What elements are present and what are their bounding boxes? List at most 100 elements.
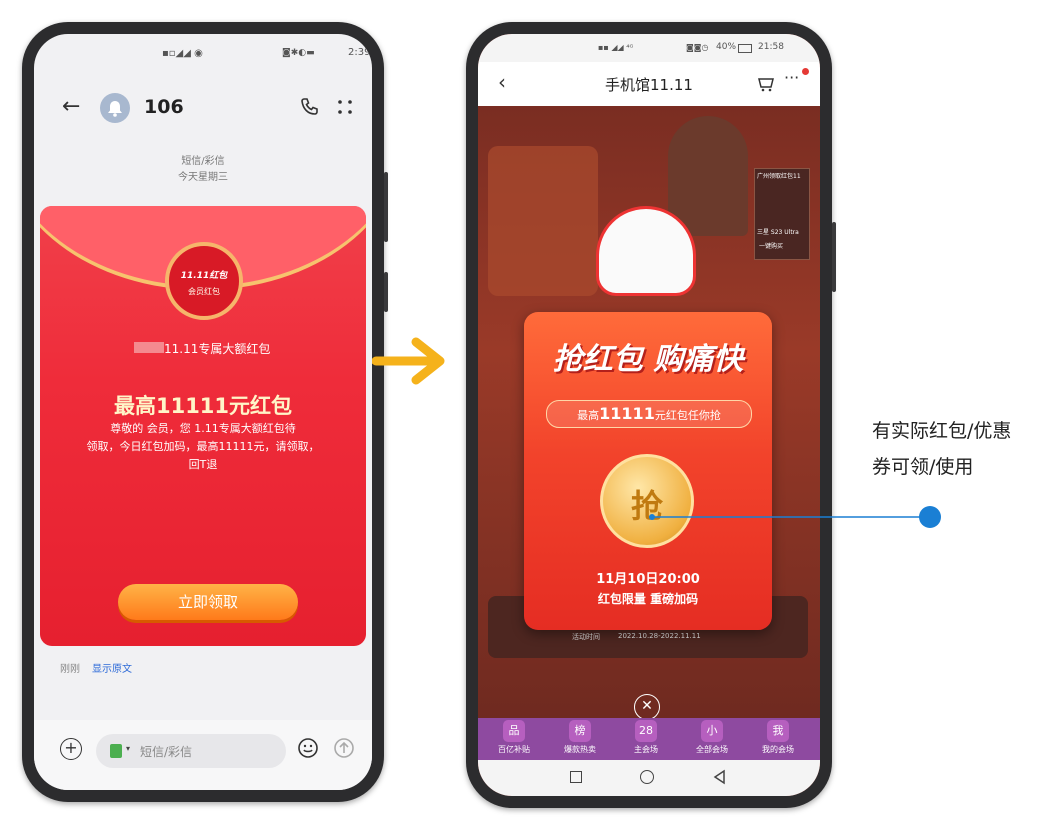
status-time: 21:58	[758, 42, 784, 52]
battery-level: 40%	[716, 42, 737, 52]
status-icons: ◙✱◐▬	[282, 48, 315, 58]
send-button[interactable]	[332, 736, 356, 764]
message-placeholder: 短信/彩信	[140, 745, 193, 759]
contact-name: 106	[144, 96, 184, 118]
seal-subtitle: 会员红包	[188, 287, 220, 296]
sim-card-icon	[110, 744, 122, 758]
top-nav: ‹ 手机馆11.11 ···	[478, 62, 820, 107]
envelope-seal: 11.11红包 会员红包	[165, 242, 243, 320]
tab-item[interactable]: 品 百亿补贴	[484, 720, 544, 755]
brand-tag: 广州领取红包11	[757, 173, 801, 180]
celebrity-figure	[668, 116, 748, 236]
envelope-headline: 最高11111元红包	[113, 394, 293, 418]
transition-arrow-icon	[372, 337, 445, 385]
cart-button[interactable]	[756, 74, 776, 98]
back-nav-button[interactable]	[712, 769, 726, 789]
message-input[interactable]: ▾ 短信/彩信	[96, 734, 286, 768]
popup-date: 11月10日20:00	[596, 572, 700, 587]
emoji-icon	[298, 738, 318, 758]
tab-icon: 小	[701, 720, 723, 742]
subheadline-amount: 11111	[599, 404, 655, 423]
tab-label: 我的会场	[762, 745, 794, 754]
close-popup-button[interactable]: ✕	[634, 694, 660, 720]
buy-tag: 一键购买	[759, 243, 784, 250]
envelope-subtitle: 11.11专属大额红包	[164, 342, 271, 356]
add-attachment-button[interactable]: +	[60, 738, 82, 760]
phone-icon	[301, 98, 318, 115]
mascot-dog	[596, 206, 696, 296]
back-arrow-icon: ←	[62, 94, 81, 119]
claim-button[interactable]: 立即领取	[118, 584, 298, 620]
more-dots-icon: ···	[784, 68, 800, 87]
power-key	[384, 272, 388, 312]
subheadline-suffix: 元红包任你抢	[654, 409, 721, 422]
system-nav-bar	[478, 760, 820, 796]
tab-item[interactable]: 榜 爆款热卖	[550, 720, 610, 755]
tab-label: 全部会场	[696, 745, 728, 754]
more-dots-icon	[338, 100, 352, 114]
tab-label: 百亿补贴	[498, 745, 530, 754]
annotation-leader-line	[649, 506, 941, 528]
annotation-line-2: 券可领/使用	[872, 456, 974, 478]
tab-item[interactable]: 我 我的会场	[748, 720, 808, 755]
subheadline-prefix: 最高	[577, 409, 600, 422]
side-product-card: 广州领取红包11 三星 S23 Ultra 一键购买	[754, 168, 810, 260]
redacted-block	[134, 342, 164, 353]
sim-dropdown-icon: ▾	[126, 744, 131, 753]
home-button[interactable]	[640, 770, 654, 784]
envelope-body-1: 尊敬的 会员，您 1.11专属大额红包待	[110, 422, 296, 435]
popup-headline: 抢红包 购痛快	[552, 342, 744, 377]
back-button[interactable]: ←	[62, 96, 80, 118]
show-original-link[interactable]: 显示原文	[92, 660, 132, 675]
tab-icon: 28	[635, 720, 657, 742]
volume-key	[384, 172, 388, 242]
envelope-body-3: 回T退	[188, 458, 218, 471]
more-options-button[interactable]	[336, 98, 354, 120]
status-time: 2:39	[348, 47, 371, 58]
bell-icon	[108, 101, 122, 117]
promo-date-label: 活动时间	[572, 633, 600, 641]
promo-banner-left	[488, 146, 598, 296]
status-bar: ▪▪ ◢◢ ⁴ᴳ ◙◙◷ 40% 21:58	[478, 34, 820, 62]
plus-icon: +	[64, 738, 78, 757]
close-icon: ✕	[641, 698, 653, 714]
notification-dot	[802, 68, 809, 75]
shop-screen: ▪▪ ◢◢ ⁴ᴳ ◙◙◷ 40% 21:58 ‹ 手机馆11.11 ··· 广州…	[478, 34, 820, 796]
tab-label: 主会场	[634, 745, 658, 754]
status-icons: ◙◙◷	[686, 43, 709, 52]
left-phone: ▪▫◢◢ ◉ ◙✱◐▬ 2:39 ← 106 短信/彩信 今天星期三 11.11…	[22, 22, 388, 802]
envelope-body-2: 领取，今日红包加码，最高11111元，请领取，	[86, 440, 320, 453]
more-button[interactable]: ···	[784, 68, 799, 87]
carrier-icons: ▪▪ ◢◢ ⁴ᴳ	[598, 43, 634, 52]
promo-date: 2022.10.28-2022.11.11	[618, 632, 701, 640]
popup-subheadline: 最高11111元红包任你抢	[546, 400, 752, 428]
battery-icon	[738, 44, 752, 53]
bottom-tab-bar: 品 百亿补贴 榜 爆款热卖 28 主会场 小 全部会场 我 我的会场	[478, 718, 820, 760]
right-phone: ▪▪ ◢◢ ⁴ᴳ ◙◙◷ 40% 21:58 ‹ 手机馆11.11 ··· 广州…	[466, 22, 836, 808]
tab-item[interactable]: 小 全部会场	[682, 720, 742, 755]
popup-note: 红包限量 重磅加码	[597, 592, 699, 606]
triangle-back-icon	[713, 769, 725, 785]
contact-avatar[interactable]	[100, 93, 130, 123]
message-time: 刚刚	[60, 664, 80, 675]
tab-icon: 榜	[569, 720, 591, 742]
emoji-button[interactable]	[296, 736, 320, 764]
tab-item[interactable]: 28 主会场	[616, 720, 676, 755]
product-tag: 三星 S23 Ultra	[757, 229, 799, 236]
cart-icon	[758, 78, 774, 92]
annotation-line-1: 有实际红包/优惠	[872, 420, 1012, 442]
red-packet-popup[interactable]: 抢红包 购痛快 最高11111元红包任你抢 抢 11月10日20:00 红包限量…	[524, 312, 772, 630]
call-button[interactable]	[299, 96, 321, 122]
volume-key	[832, 222, 836, 292]
recents-button[interactable]	[570, 771, 582, 783]
tab-icon: 我	[767, 720, 789, 742]
signal-icons: ▪▫◢◢ ◉	[162, 48, 203, 59]
compose-bar: + ▾ 短信/彩信	[34, 720, 372, 790]
thread-date: 今天星期三	[178, 172, 228, 183]
sms-screen: ▪▫◢◢ ◉ ◙✱◐▬ 2:39 ← 106 短信/彩信 今天星期三 11.11…	[34, 34, 372, 790]
tab-icon: 品	[503, 720, 525, 742]
seal-title: 11.11红包	[180, 271, 228, 281]
red-envelope-message[interactable]: 11.11红包 会员红包 11.11专属大额红包 最高11111元红包 尊敬的 …	[40, 206, 366, 646]
tab-label: 爆款热卖	[564, 745, 596, 754]
thread-type: 短信/彩信	[181, 156, 225, 167]
